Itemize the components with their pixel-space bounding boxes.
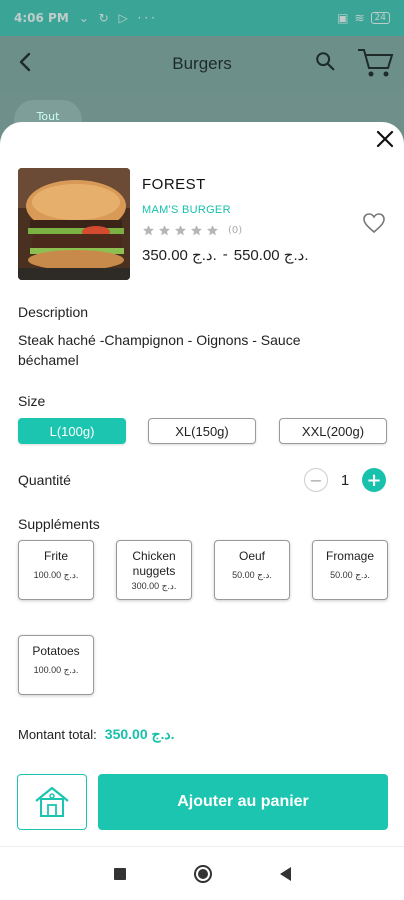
app-header: Burgers — [0, 36, 404, 92]
status-time: 4:06 PM — [14, 11, 69, 25]
wifi-icon: ≋ — [354, 11, 365, 25]
total-amount: Montant total: 350.00 د.ج. — [18, 726, 175, 743]
size-option-xl[interactable]: XL(150g) — [148, 418, 256, 444]
heart-icon[interactable] — [362, 212, 386, 234]
battery-icon: 24 — [370, 12, 390, 24]
quantity-value: 1 — [340, 471, 350, 489]
supplement-fromage[interactable]: Fromage 50.00 د.ج. — [312, 540, 388, 600]
rating-count: (0) — [228, 225, 243, 236]
home-icon[interactable] — [193, 864, 212, 883]
size-option-l[interactable]: L(100g) — [18, 418, 126, 444]
close-icon[interactable] — [374, 128, 396, 150]
size-option-xxl[interactable]: XXL(200g) — [279, 418, 387, 444]
supplement-frite[interactable]: Frite 100.00 د.ج. — [18, 540, 94, 600]
search-icon[interactable] — [314, 50, 336, 72]
supplement-price: 100.00 د.ج. — [33, 665, 79, 675]
product-name: FOREST — [142, 176, 206, 193]
status-bar: 4:06 PM ⌄ ↻ ▷ ··· ▣ ≋ 24 — [0, 0, 404, 36]
price-separator: - — [222, 246, 228, 263]
price-old: 550.00 د.ج. — [233, 247, 309, 264]
quantity-stepper: − 1 + — [304, 468, 386, 492]
supplement-name: Frite — [44, 549, 68, 563]
description-text: Steak haché -Champignon - Oignons - Sauc… — [18, 332, 301, 368]
description-label: Description — [18, 304, 89, 320]
supplements-label: Suppléments — [18, 516, 100, 532]
supplement-price: 100.00 د.ج. — [33, 570, 79, 580]
add-to-cart-button[interactable]: Ajouter au panier — [98, 774, 388, 830]
supplement-price: 50.00 د.ج. — [330, 570, 370, 580]
price-new: 350.00 د.ج. — [142, 247, 217, 264]
supplement-oeuf[interactable]: Oeuf 50.00 د.ج. — [214, 540, 290, 600]
supplement-name: Chicken nuggets — [132, 549, 176, 578]
price-range: 350.00 د.ج. - 550.00 د.ج. — [142, 246, 309, 264]
supplement-chicken-nuggets[interactable]: Chicken nuggets 300.00 د.ج. — [116, 540, 192, 600]
supplement-name: Fromage — [325, 549, 375, 563]
supplement-potatoes[interactable]: Potatoes 100.00 د.ج. — [18, 635, 94, 695]
system-nav-bar — [0, 846, 404, 900]
back-arrow-icon[interactable] — [14, 50, 38, 74]
system-icons: ▣ ≋ 24 — [337, 11, 390, 25]
cart-icon[interactable] — [356, 46, 396, 80]
minus-icon[interactable]: − — [304, 468, 328, 492]
star-icon — [143, 225, 154, 236]
star-icon — [159, 225, 170, 236]
supplement-price: 300.00 د.ج. — [131, 581, 177, 591]
plus-icon[interactable]: + — [362, 468, 386, 492]
restaurant-home-button[interactable] — [17, 774, 87, 830]
star-icon — [175, 225, 186, 236]
product-summary: FOREST MAM'S BURGER (0) 350.00 د.ج. - 55… — [18, 168, 388, 280]
restaurant-name[interactable]: MAM'S BURGER — [142, 204, 231, 216]
product-image — [18, 168, 130, 280]
quantity-label: Quantité — [18, 472, 71, 488]
supplement-name: Oeuf — [238, 549, 265, 563]
star-icon — [191, 225, 202, 236]
size-label: Size — [18, 393, 46, 409]
total-value: 350.00 د.ج. — [104, 726, 175, 742]
star-icon — [207, 225, 218, 236]
total-label: Montant total: — [18, 727, 97, 742]
notification-icons: ⌄ ↻ ▷ ··· — [78, 11, 158, 25]
supplement-name: Potatoes — [32, 644, 80, 658]
rating: (0) — [142, 224, 242, 237]
sim-icon: ▣ — [337, 11, 349, 25]
supplement-price: 50.00 د.ج. — [232, 570, 272, 580]
recent-apps-icon[interactable] — [113, 867, 126, 880]
house-icon — [35, 786, 69, 817]
page-title: Burgers — [172, 54, 232, 73]
product-sheet: FOREST MAM'S BURGER (0) 350.00 د.ج. - 55… — [0, 122, 404, 846]
back-icon[interactable] — [279, 866, 291, 881]
